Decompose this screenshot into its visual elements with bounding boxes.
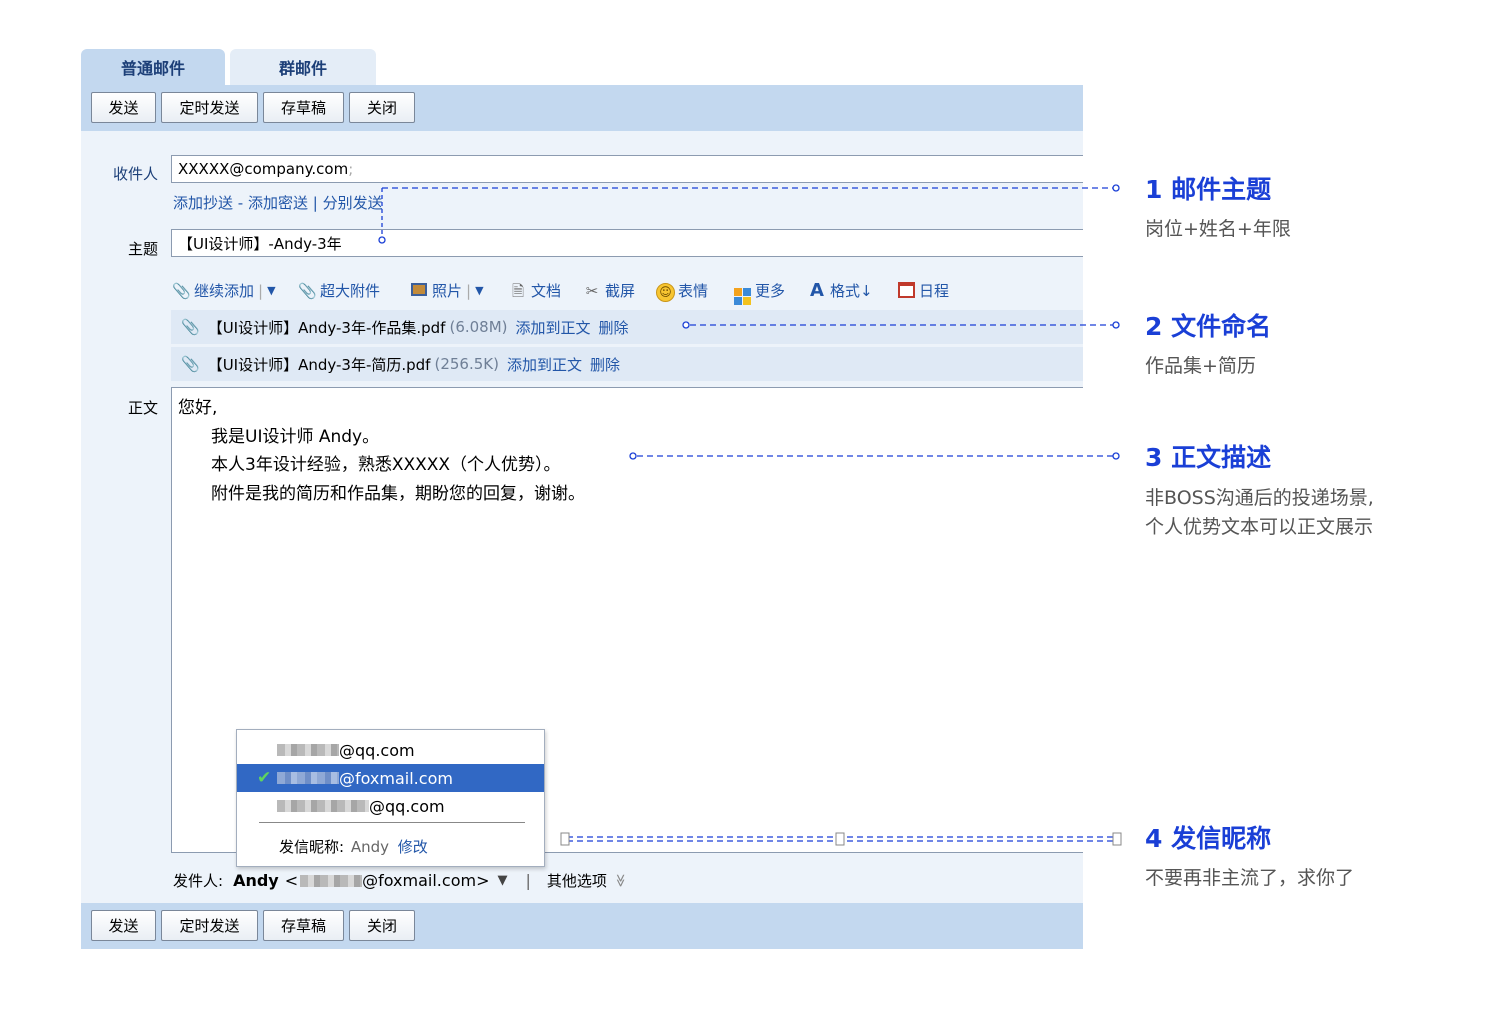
connector-handle <box>1112 832 1122 846</box>
annotation-title: 4 发信昵称 <box>1145 824 1272 853</box>
connector-dot <box>1112 321 1120 329</box>
connector-dot <box>378 236 386 244</box>
annotation-title: 1 邮件主题 <box>1145 175 1272 204</box>
connector-handle <box>835 832 845 846</box>
annotation-title: 3 正文描述 <box>1145 443 1272 472</box>
connector-dot <box>682 321 690 329</box>
annotation-desc: 非BOSS沟通后的投递场景, <box>1145 487 1374 509</box>
annotation-desc: 不要再非主流了，求你了 <box>1145 867 1355 889</box>
annotation-desc: 个人优势文本可以正文展示 <box>1145 516 1374 538</box>
connector-handle <box>560 832 570 846</box>
connector-dot <box>629 452 637 460</box>
connector-dot <box>1112 184 1120 192</box>
connector-dot <box>1112 452 1120 460</box>
annotation-title: 2 文件命名 <box>1145 312 1272 341</box>
annotation-desc: 岗位+姓名+年限 <box>1145 218 1291 240</box>
annotation-desc: 作品集+简历 <box>1145 355 1256 377</box>
